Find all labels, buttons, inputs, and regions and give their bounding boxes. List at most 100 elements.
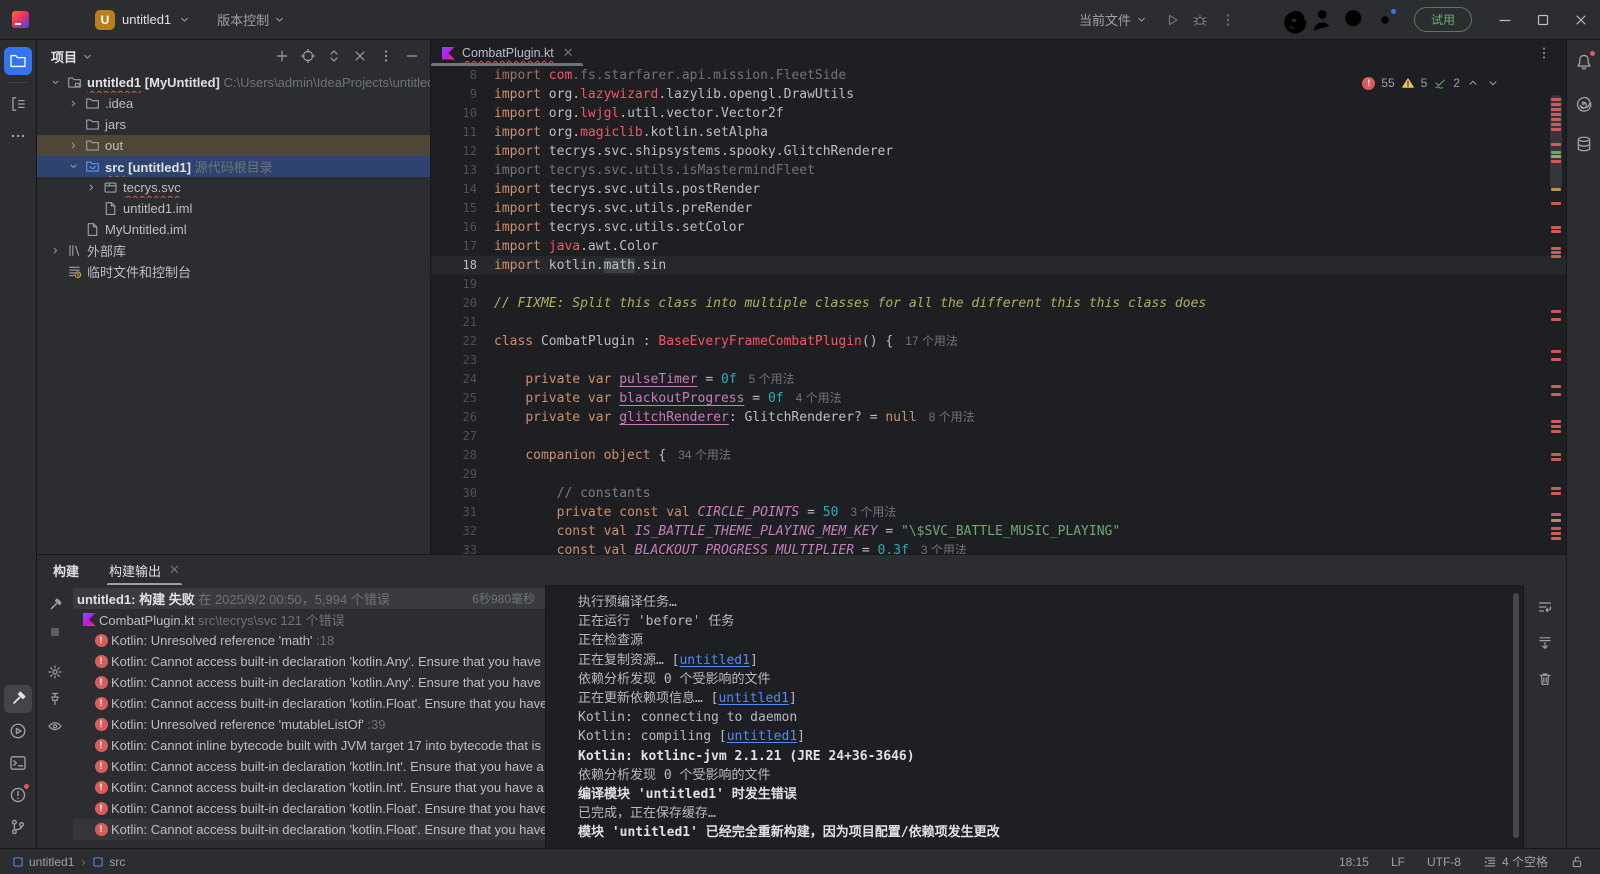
- usages-inlay-hint[interactable]: 8 个用法: [929, 408, 975, 427]
- tree-chevron-icon[interactable]: [83, 182, 100, 193]
- project-tree-item[interactable]: 临时文件和控制台: [37, 261, 430, 282]
- error-stripe-mark[interactable]: [1551, 226, 1561, 229]
- error-stripe-mark[interactable]: [1551, 151, 1561, 154]
- tab-close-icon[interactable]: ✕: [169, 562, 180, 578]
- stop-icon[interactable]: [43, 620, 67, 644]
- error-stripe-mark[interactable]: [1551, 310, 1561, 313]
- error-stripe-mark[interactable]: [1551, 128, 1561, 131]
- debug-icon[interactable]: [1186, 6, 1214, 34]
- console-link[interactable]: untitled1: [727, 729, 797, 744]
- collapse-all-icon[interactable]: [348, 44, 372, 68]
- error-stripe-mark[interactable]: [1551, 108, 1561, 111]
- error-stripe-mark[interactable]: [1551, 247, 1561, 250]
- error-stripe-mark[interactable]: [1551, 430, 1561, 433]
- console-link[interactable]: untitled1: [679, 653, 749, 668]
- error-stripe-mark[interactable]: [1551, 420, 1561, 423]
- file-encoding[interactable]: UTF-8: [1427, 855, 1461, 869]
- error-stripe-mark[interactable]: [1551, 513, 1561, 516]
- rerun-build-icon[interactable]: [43, 593, 67, 617]
- error-stripe-mark[interactable]: [1551, 123, 1561, 126]
- error-stripe-mark[interactable]: [1551, 118, 1561, 121]
- settings-icon[interactable]: [43, 660, 67, 684]
- project-tree-item[interactable]: out: [37, 135, 430, 156]
- settings-icon[interactable]: [1370, 5, 1400, 35]
- error-stripe-mark[interactable]: [1551, 487, 1561, 490]
- run-config-selector[interactable]: 当前文件: [1079, 10, 1148, 29]
- error-stripe-mark[interactable]: [1551, 251, 1561, 254]
- search-icon[interactable]: [1340, 5, 1370, 35]
- build-tree-item[interactable]: !Kotlin: Cannot access built-in declarat…: [73, 756, 545, 777]
- line-separator[interactable]: LF: [1391, 855, 1405, 869]
- add-user-icon[interactable]: [1310, 5, 1340, 35]
- notifications-icon[interactable]: [1570, 48, 1598, 76]
- tree-chevron-icon[interactable]: [65, 98, 82, 109]
- project-tree-item[interactable]: src [untitled1] 源代码根目录: [37, 156, 430, 177]
- close-icon[interactable]: [1562, 0, 1600, 40]
- minimize-icon[interactable]: [1486, 0, 1524, 40]
- ai-assistant-icon[interactable]: [1280, 5, 1310, 35]
- trial-button[interactable]: 试用: [1414, 7, 1472, 32]
- error-stripe-mark[interactable]: [1551, 350, 1561, 353]
- error-stripe-mark[interactable]: [1551, 113, 1561, 116]
- breadcrumb[interactable]: src: [92, 855, 125, 869]
- soft-wrap-icon[interactable]: [1533, 595, 1557, 619]
- terminal-tool-icon[interactable]: [4, 749, 32, 777]
- build-tree-item[interactable]: CombatPlugin.kt src\tecrys\svc 121 个错误: [73, 609, 545, 630]
- tree-chevron-icon[interactable]: [47, 245, 64, 256]
- error-stripe-mark[interactable]: [1551, 358, 1561, 361]
- console-link[interactable]: untitled1: [718, 691, 788, 706]
- build-tool-icon[interactable]: [4, 685, 32, 713]
- error-stripe-mark[interactable]: [1551, 519, 1561, 522]
- hide-panel-icon[interactable]: [400, 44, 424, 68]
- database-icon[interactable]: [1570, 130, 1598, 158]
- chevron-down-icon[interactable]: [81, 50, 94, 63]
- project-tree-item[interactable]: untitled1.iml: [37, 198, 430, 219]
- usages-inlay-hint[interactable]: 3 个用法: [921, 541, 967, 554]
- error-stripe-mark[interactable]: [1551, 537, 1561, 540]
- more-tools-icon[interactable]: [4, 122, 32, 150]
- error-stripe-mark[interactable]: [1551, 230, 1561, 233]
- breadcrumb[interactable]: untitled1: [12, 855, 74, 869]
- preview-icon[interactable]: [43, 714, 67, 738]
- tree-chevron-icon[interactable]: [47, 77, 64, 88]
- error-stripe-mark[interactable]: [1551, 143, 1561, 146]
- build-tree-item[interactable]: !Kotlin: Cannot inline bytecode built wi…: [73, 735, 545, 756]
- prev-problem-icon[interactable]: [1466, 76, 1480, 90]
- error-stripe-mark[interactable]: [1551, 318, 1561, 321]
- error-stripe-mark[interactable]: [1551, 393, 1561, 396]
- run-icon[interactable]: [1158, 6, 1186, 34]
- vcs-widget[interactable]: 版本控制: [217, 10, 286, 29]
- run-tool-icon[interactable]: [4, 717, 32, 745]
- add-icon[interactable]: [270, 44, 294, 68]
- build-tree-item[interactable]: !Kotlin: Cannot access built-in declarat…: [73, 651, 545, 672]
- error-stripe-mark[interactable]: [1551, 188, 1561, 191]
- project-widget[interactable]: U untitled1: [95, 10, 191, 30]
- more-vertical-icon[interactable]: [374, 44, 398, 68]
- error-stripe-mark[interactable]: [1551, 527, 1561, 530]
- project-tree-item[interactable]: MyUntitled.iml: [37, 219, 430, 240]
- usages-inlay-hint[interactable]: 5 个用法: [749, 370, 795, 389]
- lock-open-icon[interactable]: [1570, 855, 1584, 869]
- build-tree-item[interactable]: !Kotlin: Unresolved reference 'math' :18: [73, 630, 545, 651]
- tree-chevron-icon[interactable]: [65, 140, 82, 151]
- error-stripe-mark[interactable]: [1551, 492, 1561, 495]
- error-stripe-mark[interactable]: [1551, 425, 1561, 428]
- more-actions-icon[interactable]: [1214, 6, 1242, 34]
- project-tree-item[interactable]: jars: [37, 114, 430, 135]
- error-stripe-mark[interactable]: [1551, 532, 1561, 535]
- build-tree-item[interactable]: !Kotlin: Unresolved reference 'mutableLi…: [73, 714, 545, 735]
- error-stripe-mark[interactable]: [1551, 255, 1561, 258]
- next-problem-icon[interactable]: [1486, 76, 1500, 90]
- vcs-tool-icon[interactable]: [4, 813, 32, 841]
- inspections-widget[interactable]: ! 55 5 2: [1362, 76, 1500, 90]
- scroll-to-end-icon[interactable]: [1533, 631, 1557, 655]
- project-tree-item[interactable]: untitled1 [MyUntitled] C:\Users\admin\Id…: [37, 72, 430, 93]
- error-stripe-mark[interactable]: [1551, 202, 1561, 205]
- build-tree-item[interactable]: untitled1: 构建 失败 在 2025/9/2 00:50，5,994 …: [73, 588, 545, 609]
- problems-tool-icon[interactable]: [4, 781, 32, 809]
- ai-assistant-icon[interactable]: [1570, 89, 1598, 117]
- code-area[interactable]: 8import com.fs.starfarer.api.mission.Fle…: [431, 66, 1566, 554]
- locate-icon[interactable]: [296, 44, 320, 68]
- clear-icon[interactable]: [1533, 667, 1557, 691]
- error-stripe-mark[interactable]: [1551, 98, 1561, 101]
